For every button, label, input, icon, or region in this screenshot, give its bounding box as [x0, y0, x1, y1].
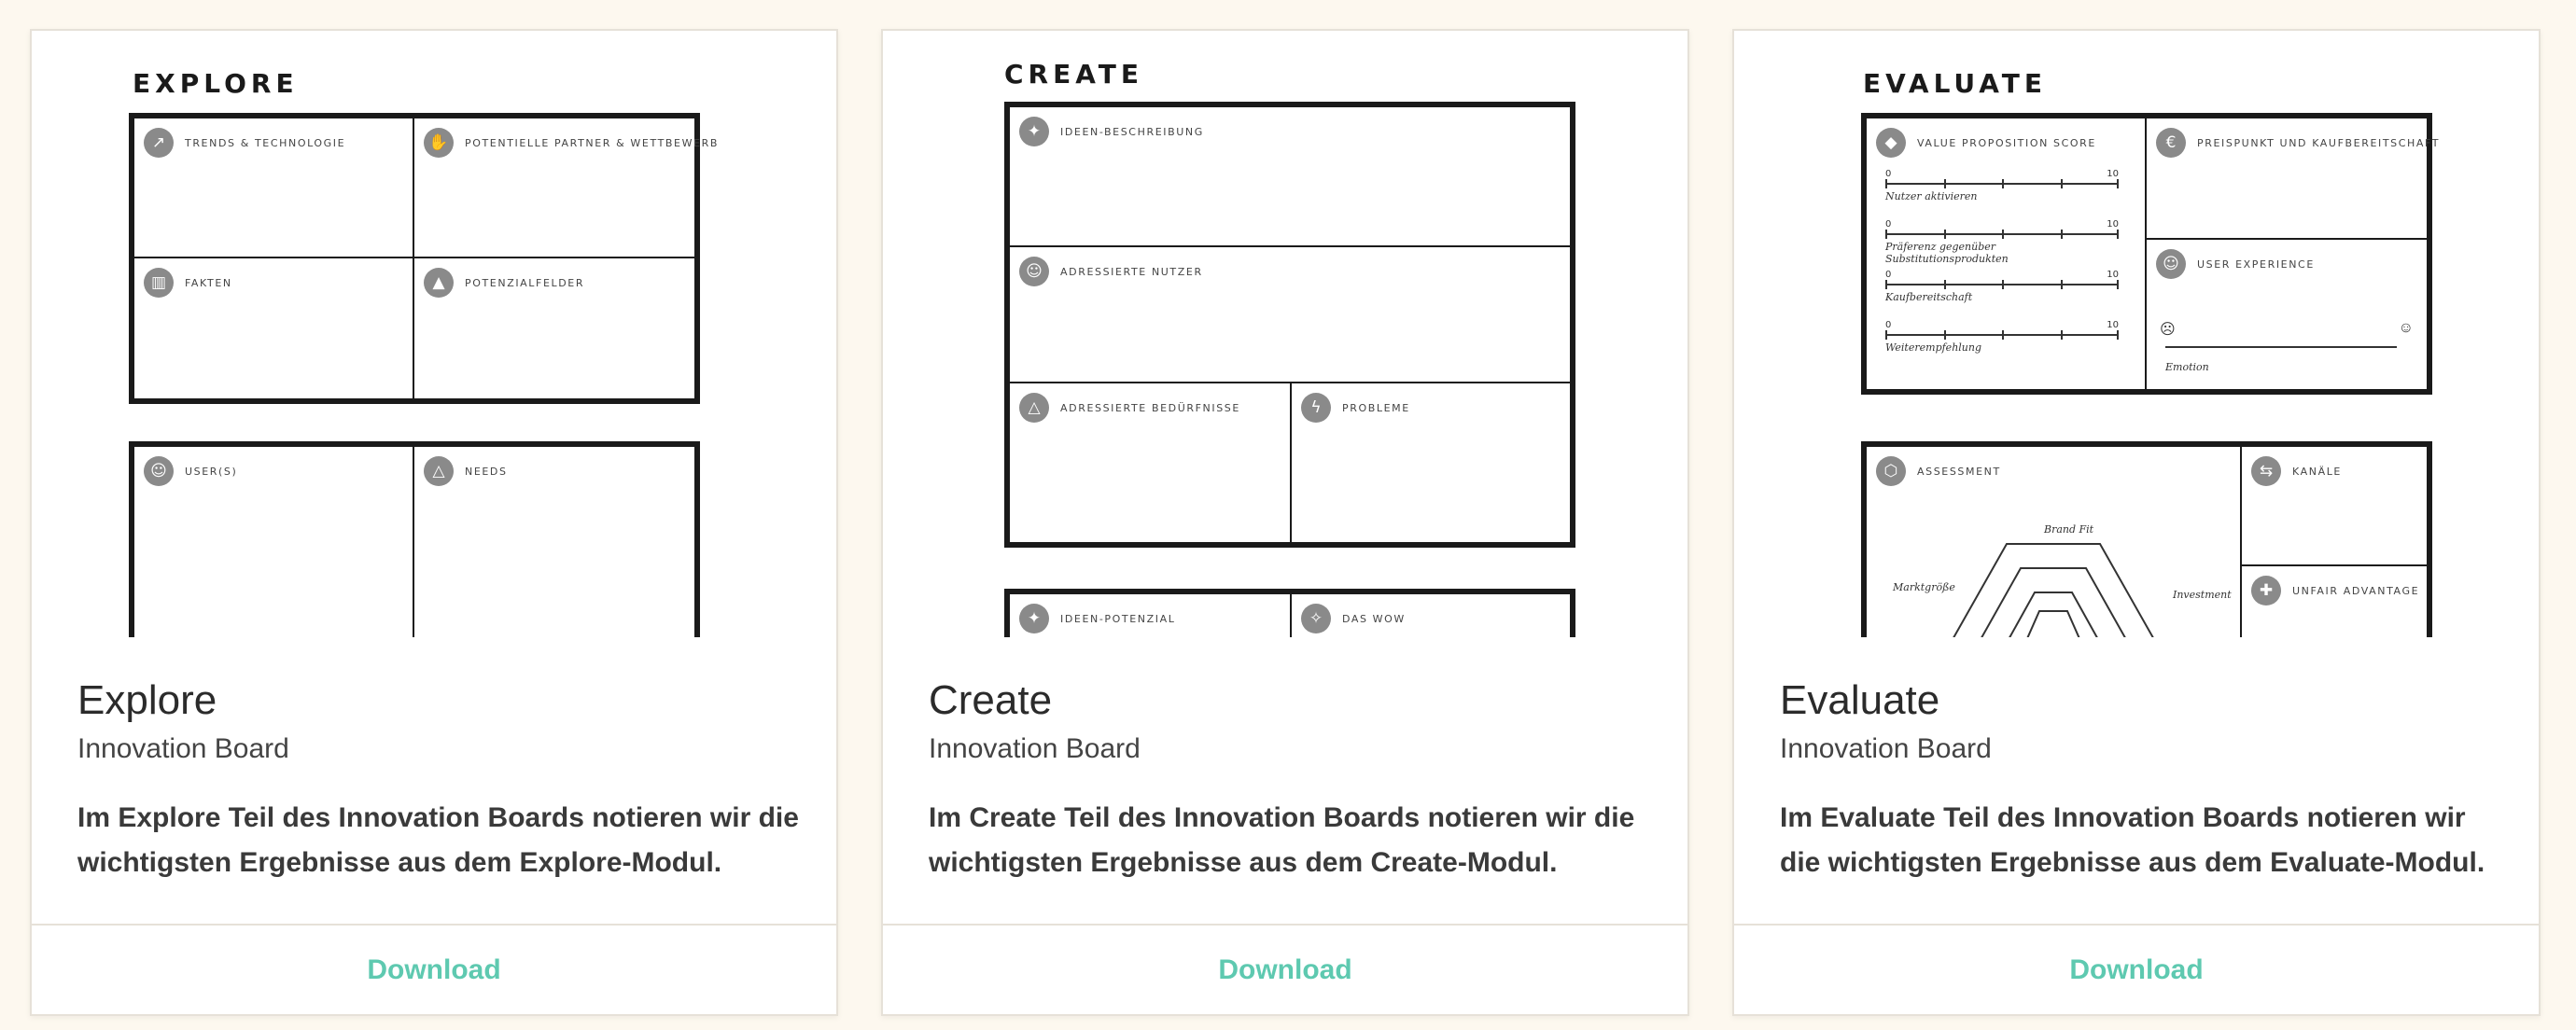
board-heading: EXPLORE: [133, 68, 299, 99]
board-bottom: ✦ IDEEN-POTENZIAL ✧ DAS WOW: [1004, 589, 1575, 637]
sad-face-icon: ☹: [2160, 322, 2176, 338]
card-footer: Download: [32, 924, 836, 1014]
scale-weiterempfehlung: 0 10 Weiterempfehlung: [1885, 320, 2119, 354]
cell-ideen-potenzial: ✦ IDEEN-POTENZIAL: [1010, 594, 1290, 637]
cell-trends: ↗ TRENDS & TECHNOLOGIE: [134, 118, 413, 257]
card-evaluate: EVALUATE ◆ VALUE PROPOSITION SCORE 0 10 Nu…: [1732, 29, 2541, 1016]
hexagon-icon: ⬡: [1876, 456, 1906, 486]
board-top: ↗ TRENDS & TECHNOLOGIE ✋ POTENTIELLE PARTN…: [129, 113, 717, 404]
board-heading: CREATE: [1004, 59, 1143, 90]
board-bottom: ⬡ ASSESSMENT Brand Fit Marktgröße Investm…: [1861, 441, 2432, 637]
cell-adressierte-nutzer: ☺ ADRESSIERTE NUTZER: [1010, 247, 1570, 382]
cell-users: ☺ USER(S): [134, 447, 413, 633]
download-button[interactable]: Download: [367, 954, 500, 986]
rocket-icon: ▲: [424, 268, 454, 298]
card-description: Im Create Teil des Innovation Boards not…: [929, 802, 1635, 878]
emotion-scale: [2165, 346, 2397, 348]
cell-ideen-beschreibung: ✦ IDEEN-BESCHREIBUNG: [1010, 107, 1570, 245]
handshake-icon: ✋: [424, 128, 454, 158]
card-subtitle: Innovation Board: [1780, 733, 1992, 764]
board-bottom: ☺ USER(S) △ NEEDS: [129, 441, 700, 637]
cell-value-proposition: ◆ VALUE PROPOSITION SCORE 0 10 Nutzer akti…: [1867, 118, 2145, 389]
cell-kanaele: ⇆ KANÄLE: [2242, 447, 2427, 564]
card-title: Evaluate: [1780, 677, 1940, 723]
cell-probleme: ϟ PROBLEME: [1292, 383, 1570, 542]
card-subtitle: Innovation Board: [929, 733, 1141, 764]
user-icon: ☺: [144, 456, 174, 486]
pyramid-icon: △: [424, 456, 454, 486]
scale-nutzer: 0 10 Nutzer aktivieren: [1885, 169, 2119, 202]
card-description: Im Evaluate Teil des Innovation Boards n…: [1780, 802, 2485, 878]
trend-icon: ↗: [144, 128, 174, 158]
diamond-icon: ◆: [1876, 128, 1906, 158]
pyramid-icon: △: [1019, 393, 1049, 423]
cross-icon: ✚: [2251, 576, 2281, 605]
download-button[interactable]: Download: [1218, 954, 1351, 986]
arrows-icon: ⇆: [2251, 456, 2281, 486]
cell-user-experience: ☺ USER EXPERIENCE ☹ ☺ Emotion: [2147, 240, 2427, 389]
board-preview: EVALUATE ◆ VALUE PROPOSITION SCORE 0 10 Nu…: [1734, 31, 2539, 637]
cell-unfair-advantage: ✚ UNFAIR ADVANTAGE: [2242, 566, 2427, 637]
lightning-icon: ϟ: [1301, 393, 1331, 423]
cell-partner: ✋ POTENTIELLE PARTNER & WETTBEWERB: [414, 118, 717, 257]
cell-preispunkt: € PREISPUNKT UND KAUFBEREITSCHAFT: [2147, 118, 2438, 238]
emotion-caption: Emotion: [2165, 361, 2209, 373]
board-preview: EXPLORE ↗ TRENDS & TECHNOLOGIE ✋ POTENTIEL…: [32, 31, 836, 637]
card-footer: Download: [1734, 924, 2539, 1014]
lightbulb-icon: ✦: [1019, 117, 1049, 146]
cell-potenzialfelder: ▲ POTENZIALFELDER: [414, 258, 694, 398]
card-title: Create: [929, 677, 1053, 723]
board-top: ◆ VALUE PROPOSITION SCORE 0 10 Nutzer akti…: [1861, 113, 2438, 395]
sparkle-icon: ✧: [1301, 604, 1331, 633]
cell-fakten: ▥ FAKTEN: [134, 258, 413, 398]
cell-needs: △ NEEDS: [414, 447, 694, 633]
card-footer: Download: [883, 924, 1687, 1014]
download-button[interactable]: Download: [2069, 954, 2203, 986]
banknote-icon: €: [2156, 128, 2186, 158]
bar-chart-icon: ▥: [144, 268, 174, 298]
card-create: CREATE ✦ IDEEN-BESCHREIBUNG ☺ ADRESSIERTE …: [881, 29, 1689, 1016]
card-subtitle: Innovation Board: [77, 733, 289, 764]
cell-das-wow: ✧ DAS WOW: [1292, 594, 1570, 637]
card-description: Im Explore Teil des Innovation Boards no…: [77, 802, 799, 878]
assessment-investment: Investment: [2173, 589, 2232, 601]
card-explore: EXPLORE ↗ TRENDS & TECHNOLOGIE ✋ POTENTIEL…: [30, 29, 838, 1016]
scale-kaufbereitschaft: 0 10 Kaufbereitschaft: [1885, 270, 2119, 303]
assessment-brand-fit: Brand Fit: [2044, 523, 2094, 536]
cell-beduerfnisse: △ ADRESSIERTE BEDÜRFNISSE: [1010, 383, 1290, 542]
scale-praeferenz: 0 10 Präferenz gegenüber Substitutionspro…: [1885, 219, 2119, 265]
user-cycle-icon: ☺: [2156, 249, 2186, 279]
lightbulb-icon: ✦: [1019, 604, 1049, 633]
cell-assessment: ⬡ ASSESSMENT Brand Fit Marktgröße Investm…: [1867, 447, 2240, 637]
board-heading: EVALUATE: [1863, 68, 2048, 99]
user-icon: ☺: [1019, 257, 1049, 286]
happy-face-icon: ☺: [2398, 320, 2414, 336]
card-title: Explore: [77, 677, 217, 723]
board-preview: CREATE ✦ IDEEN-BESCHREIBUNG ☺ ADRESSIERTE …: [883, 31, 1687, 637]
board-top: ✦ IDEEN-BESCHREIBUNG ☺ ADRESSIERTE NUTZER …: [1004, 102, 1575, 548]
assessment-hexagon-chart: [1953, 543, 2154, 637]
download-cards: EXPLORE ↗ TRENDS & TECHNOLOGIE ✋ POTENTIEL…: [0, 0, 2576, 1030]
